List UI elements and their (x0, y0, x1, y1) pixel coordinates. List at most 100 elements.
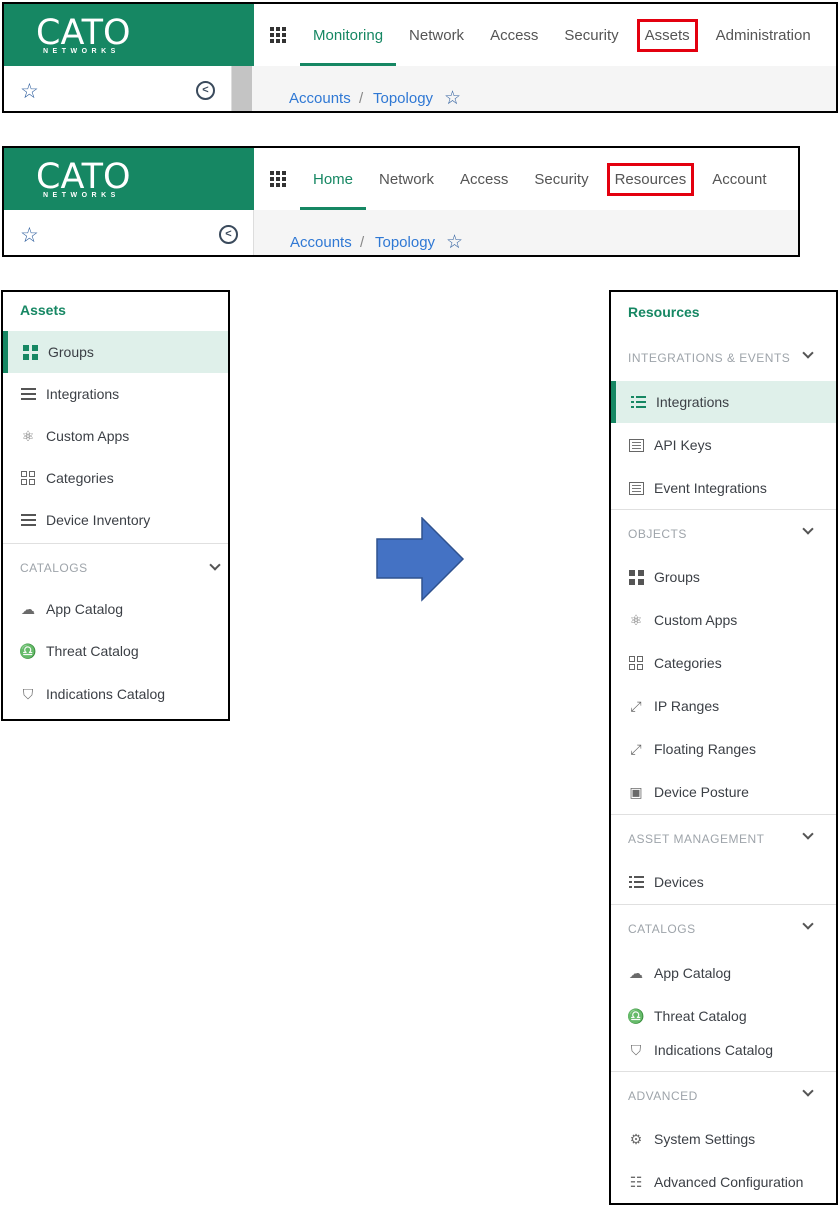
tab-monitoring[interactable]: Monitoring (300, 4, 397, 66)
sidebar-item-label: Custom Apps (46, 428, 130, 444)
sidebar-item-label: System Settings (654, 1131, 756, 1147)
sidebar-item-custom-apps[interactable]: ⚛ Custom Apps (3, 415, 228, 457)
sidebar-item-app-catalog[interactable]: ☁ App Catalog (3, 588, 228, 630)
app-grid-icon[interactable] (270, 171, 286, 187)
sidebar-item-label: Floating Ranges (654, 741, 756, 757)
tab-resources[interactable]: Resources (602, 148, 700, 210)
tab-administration[interactable]: Administration (703, 4, 824, 66)
bookmark-star-icon[interactable]: ☆ (444, 87, 461, 110)
sidebar-item-custom-apps[interactable]: ⚛ Custom Apps (611, 599, 836, 641)
tab-access[interactable]: Access (447, 148, 521, 210)
tab-network[interactable]: Network (396, 4, 477, 66)
sidebar-item-indications-catalog[interactable]: ⛉ Indications Catalog (3, 673, 228, 715)
sidebar-item-groups[interactable]: Groups (3, 331, 228, 373)
expand-arrows-icon: ⤢ (630, 740, 642, 757)
breadcrumb: Accounts / Topology ☆ (252, 66, 836, 111)
breadcrumb-accounts[interactable]: Accounts (290, 234, 352, 251)
section-header-objects[interactable]: OBJECTS (611, 509, 836, 557)
bookmark-star-icon[interactable]: ☆ (446, 231, 463, 254)
chevron-down-icon[interactable] (209, 559, 221, 571)
sidebar-item-label: Groups (654, 569, 700, 585)
section-header-asset-management[interactable]: ASSET MANAGEMENT (611, 814, 836, 862)
logo-wordmark: CATO (36, 157, 131, 197)
sidebar-item-integrations[interactable]: Integrations (3, 373, 228, 415)
sidebar-item-label: Devices (654, 874, 704, 890)
breadcrumb-separator: / (360, 234, 365, 251)
sidebar-item-label: Custom Apps (654, 612, 738, 628)
section-header-advanced[interactable]: ADVANCED (611, 1071, 836, 1119)
sidebar-item-label: Threat Catalog (654, 1008, 747, 1024)
new-console-header: CATO NETWORKS Home Network Access Securi… (2, 146, 800, 257)
list-icon (630, 396, 646, 408)
cloud-icon: ☁ (21, 600, 35, 617)
tab-security[interactable]: Security (521, 148, 601, 210)
sidebar-item-label: IP Ranges (654, 698, 720, 714)
sidebar-item-label: Categories (654, 655, 722, 671)
old-console-header: CATO NETWORKS Monitoring Network Access … (2, 2, 838, 113)
sidebar-item-groups[interactable]: Groups (611, 556, 836, 598)
sidebar-item-label: Advanced Configuration (654, 1174, 804, 1190)
sidebar-item-indications-catalog[interactable]: ⛉ Indications Catalog (611, 1029, 836, 1071)
section-header-catalogs[interactable]: CATALOGS (611, 904, 836, 952)
sidebar-item-label: Indications Catalog (654, 1042, 774, 1058)
sidebar-item-device-inventory[interactable]: Device Inventory (3, 499, 228, 541)
groups-icon (22, 344, 38, 360)
logo-subtext: NETWORKS (43, 48, 120, 55)
breadcrumb: Accounts / Topology ☆ (254, 210, 798, 255)
sidebar-item-label: Integrations (656, 394, 730, 410)
ghost-icon: ♎ (627, 1007, 645, 1024)
sidebar-scrollbar[interactable] (232, 66, 252, 111)
sidebar-item-label: App Catalog (46, 601, 124, 617)
tab-account[interactable]: Account (699, 148, 779, 210)
sidebar-item-categories[interactable]: Categories (3, 457, 228, 499)
sidebar-item-event-integrations[interactable]: Event Integrations (611, 467, 836, 509)
breadcrumb-topology[interactable]: Topology (373, 90, 433, 107)
favorites-star-icon[interactable]: ☆ (20, 223, 39, 248)
breadcrumb-topology[interactable]: Topology (375, 234, 435, 251)
favorites-star-icon[interactable]: ☆ (20, 79, 39, 104)
chevron-down-icon[interactable] (802, 918, 814, 930)
chevron-down-icon[interactable] (802, 523, 814, 535)
panel-title: Assets (20, 302, 66, 318)
tab-access[interactable]: Access (477, 4, 551, 66)
tab-home[interactable]: Home (300, 148, 367, 210)
sidebar-item-label: Device Posture (654, 784, 749, 800)
sidebar-item-app-catalog[interactable]: ☁ App Catalog (611, 952, 836, 994)
sidebar-item-integrations[interactable]: Integrations (611, 381, 836, 423)
list-icon (20, 514, 36, 526)
document-icon (628, 481, 644, 495)
monitor-icon: ▣ (629, 783, 643, 800)
sliders-icon: ☷ (629, 1173, 643, 1190)
sidebar-item-devices[interactable]: Devices (611, 861, 836, 903)
expand-arrows-icon: ⤢ (630, 697, 642, 714)
section-header-catalogs[interactable]: CATALOGS (3, 543, 228, 591)
tab-assets[interactable]: Assets (632, 4, 703, 66)
sidebar-item-advanced-configuration[interactable]: ☷ Advanced Configuration (611, 1161, 836, 1203)
cloud-icon: ☁ (629, 964, 643, 981)
breadcrumb-accounts[interactable]: Accounts (289, 90, 351, 107)
sidebar-item-ip-ranges[interactable]: ⤢ IP Ranges (611, 685, 836, 727)
sidebar-item-label: Device Inventory (46, 512, 151, 528)
right-arrow-icon (376, 517, 465, 602)
breadcrumb-separator: / (359, 90, 364, 107)
sidebar-item-api-keys[interactable]: API Keys (611, 424, 836, 466)
tab-network[interactable]: Network (366, 148, 447, 210)
groups-icon (628, 569, 644, 585)
gear-icon: ⚙ (629, 1130, 643, 1147)
sidebar-item-label: Threat Catalog (46, 643, 139, 659)
chevron-down-icon[interactable] (802, 1085, 814, 1097)
sidebar-item-system-settings[interactable]: ⚙ System Settings (611, 1118, 836, 1160)
sidebar-item-floating-ranges[interactable]: ⤢ Floating Ranges (611, 728, 836, 770)
sidebar-item-categories[interactable]: Categories (611, 642, 836, 684)
chevron-down-icon[interactable] (802, 828, 814, 840)
sidebar-item-label: Categories (46, 470, 114, 486)
sidebar-item-device-posture[interactable]: ▣ Device Posture (611, 771, 836, 813)
sidebar-item-threat-catalog[interactable]: ♎ Threat Catalog (3, 630, 228, 672)
collapse-sidebar-icon[interactable]: < (196, 81, 215, 100)
panel-title: Resources (628, 304, 700, 320)
app-grid-icon[interactable] (270, 27, 286, 43)
tab-security[interactable]: Security (551, 4, 631, 66)
chevron-down-icon[interactable] (802, 347, 814, 359)
section-header-integrations-events[interactable]: INTEGRATIONS & EVENTS (611, 334, 836, 382)
collapse-sidebar-icon[interactable]: < (219, 225, 238, 244)
